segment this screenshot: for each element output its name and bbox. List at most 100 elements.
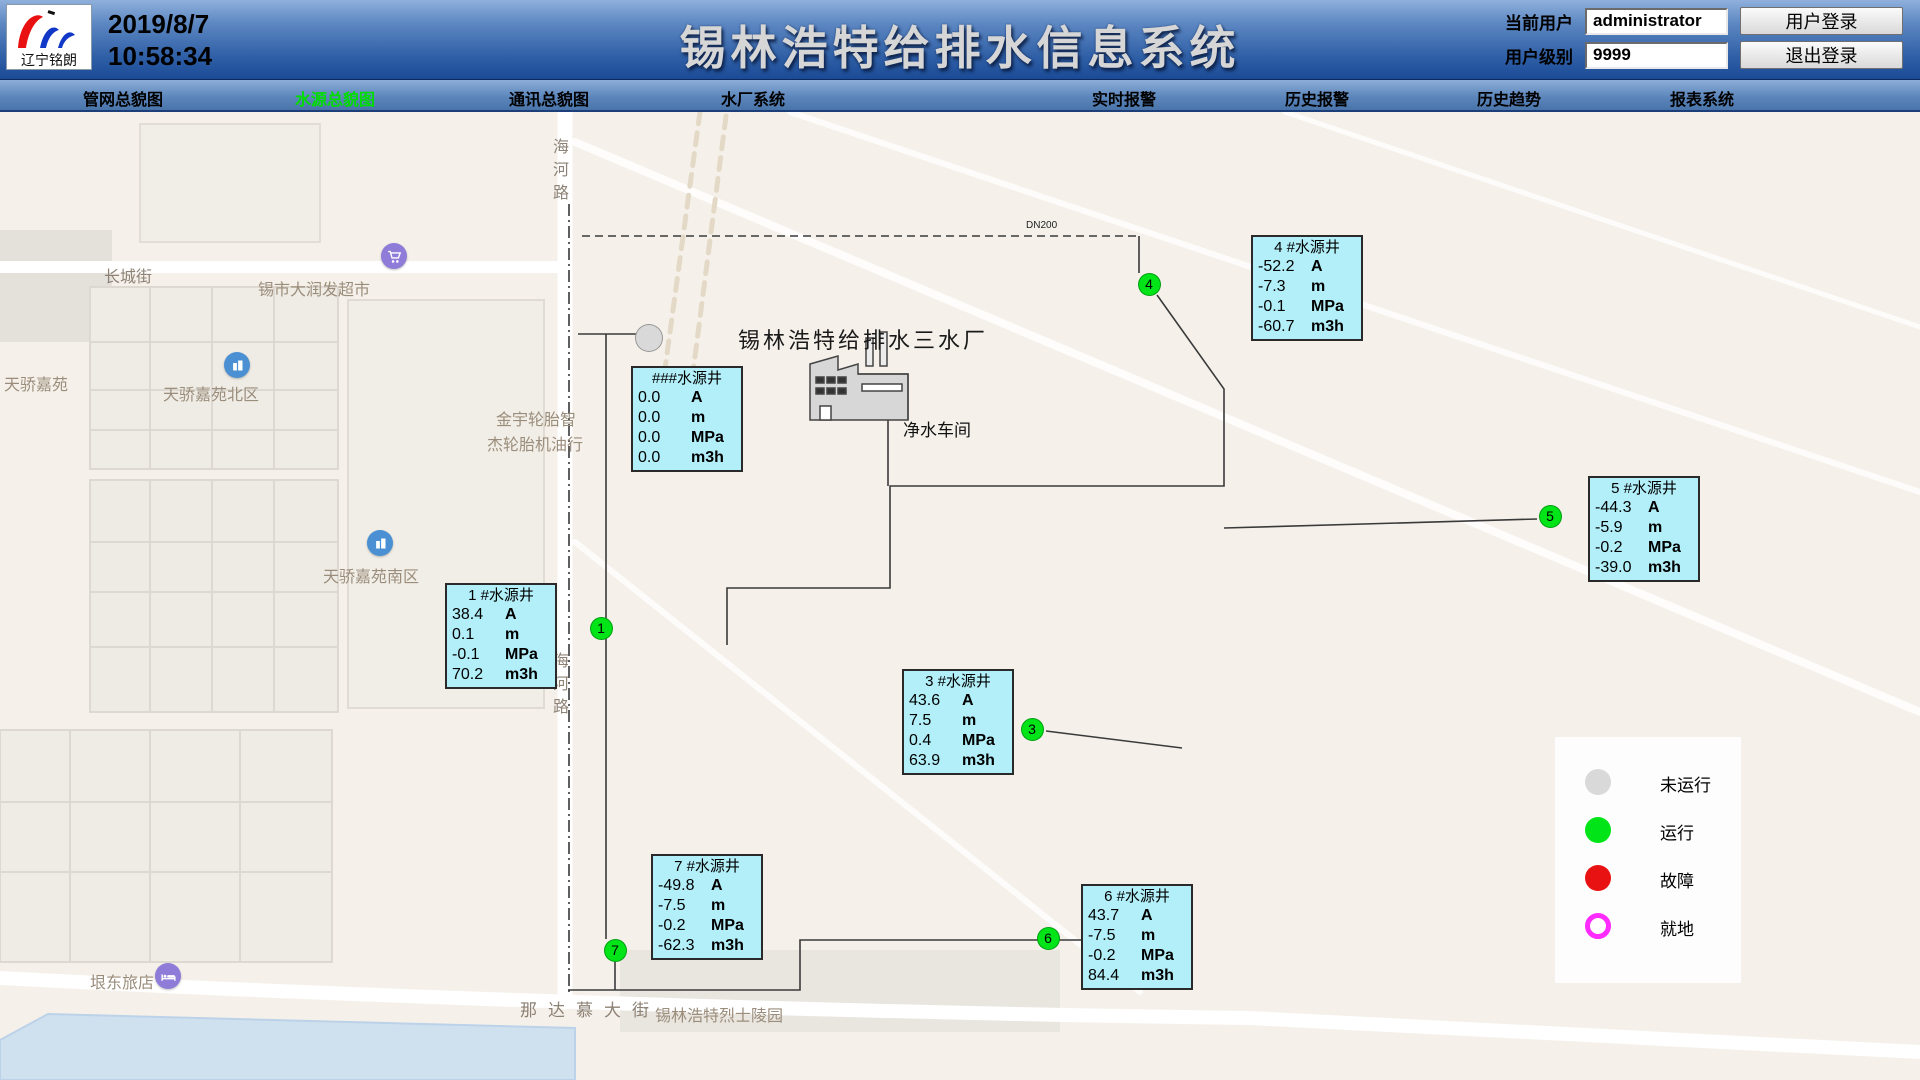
menu-item-8[interactable]: 报表系统 (1670, 86, 1734, 110)
legend-row-running: 运行 (1555, 815, 1741, 845)
map-label-nadamu: 那达慕大街 (520, 996, 660, 1021)
well-box-2[interactable]: ###水源井0.0A0.0m0.0MPa0.0m3h (631, 366, 743, 472)
well-value: -7.3 (1258, 277, 1311, 297)
well-marker-6[interactable]: 6 (1037, 927, 1060, 950)
well-unit: MPa (1648, 538, 1692, 558)
well-unit: m3h (1311, 317, 1355, 337)
well-value: 0.0 (638, 448, 691, 468)
well-value: -62.3 (658, 936, 711, 956)
well-unit: MPa (711, 916, 755, 936)
well-unit: A (1311, 257, 1355, 277)
logo-swoosh-icon (8, 6, 90, 52)
user-panel: 当前用户 用户登录 用户级别 退出登录 (1505, 7, 1910, 69)
well-unit: m3h (1141, 966, 1185, 986)
well-box-1[interactable]: 1 #水源井38.4A0.1m-0.1MPa70.2m3h (445, 583, 557, 689)
well-marker-2[interactable] (635, 324, 663, 352)
well-unit: m (962, 711, 1006, 731)
well-row: -44.3A (1590, 498, 1698, 518)
date-text: 2019/8/7 (108, 8, 212, 40)
map-label-tianjiao-north: 天骄嘉苑北区 (163, 381, 259, 405)
well-unit: m3h (505, 665, 549, 685)
menu-item-7[interactable]: 历史趋势 (1477, 86, 1541, 110)
well-row: 0.1m (447, 625, 555, 645)
well-value: 84.4 (1088, 966, 1141, 986)
well-value: -0.2 (1595, 538, 1648, 558)
map-label-changcheng: 长城街 (104, 263, 152, 287)
well-value: -0.2 (658, 916, 711, 936)
well-title-6: 6 #水源井 (1083, 887, 1191, 906)
well-row: 0.0MPa (633, 428, 741, 448)
datetime: 2019/8/7 10:58:34 (108, 8, 212, 72)
page-title: 锡林浩特给排水信息系统 (680, 12, 1241, 78)
residence-north-icon (224, 352, 250, 378)
pipe-diameter-label: DN200 (1026, 220, 1057, 231)
login-button[interactable]: 用户登录 (1740, 7, 1903, 35)
legend-fault-icon (1585, 865, 1611, 891)
menu-item-2[interactable]: 水源总貌图 (295, 86, 375, 110)
well-value: -7.5 (1088, 926, 1141, 946)
plant-title: 锡林浩特给排水三水厂 (738, 323, 988, 355)
well-value: 63.9 (909, 751, 962, 771)
residence-south-icon (367, 530, 393, 556)
menu-item-5[interactable]: 实时报警 (1092, 86, 1156, 110)
well-box-6[interactable]: 6 #水源井43.7A-7.5m-0.2MPa84.4m3h (1081, 884, 1193, 990)
well-unit: m3h (691, 448, 735, 468)
map-label-tianjiao-south: 天骄嘉苑南区 (323, 563, 419, 587)
map-area: 锡林浩特给排水三水厂 净水车间 DN200 未运行运行故障就地 1 #水源井38… (0, 112, 1920, 1080)
well-box-5[interactable]: 5 #水源井-44.3A-5.9m-0.2MPa-39.0m3h (1588, 476, 1700, 582)
well-value: 7.5 (909, 711, 962, 731)
current-user-input[interactable] (1585, 8, 1728, 35)
well-value: -0.1 (452, 645, 505, 665)
well-title-5: 5 #水源井 (1590, 479, 1698, 498)
menu-item-3[interactable]: 通讯总貌图 (509, 86, 589, 110)
legend-local-icon (1585, 913, 1611, 939)
well-unit: MPa (691, 428, 735, 448)
well-unit: m (711, 896, 755, 916)
well-marker-4[interactable]: 4 (1138, 273, 1161, 296)
well-row: 84.4m3h (1083, 966, 1191, 986)
well-row: -0.2MPa (1083, 946, 1191, 966)
well-row: -39.0m3h (1590, 558, 1698, 578)
legend-label: 就地 (1660, 915, 1694, 940)
well-marker-3[interactable]: 3 (1021, 718, 1044, 741)
time-text: 10:58:34 (108, 40, 212, 72)
well-value: 0.4 (909, 731, 962, 751)
legend-label: 运行 (1660, 819, 1694, 844)
user-level-input[interactable] (1585, 42, 1728, 69)
well-row: -49.8A (653, 876, 761, 896)
status-legend: 未运行运行故障就地 (1555, 737, 1741, 983)
legend-row-fault: 故障 (1555, 863, 1741, 893)
logout-button[interactable]: 退出登录 (1740, 41, 1903, 69)
well-unit: m3h (962, 751, 1006, 771)
well-marker-7[interactable]: 7 (604, 939, 627, 962)
legend-running-icon (1585, 817, 1611, 843)
well-value: -60.7 (1258, 317, 1311, 337)
well-unit: A (1648, 498, 1692, 518)
well-box-3[interactable]: 3 #水源井43.6A7.5m0.4MPa63.9m3h (902, 669, 1014, 775)
legend-stopped-icon (1585, 769, 1611, 795)
map-label-hotel: 垠东旅店 (90, 969, 154, 993)
well-unit: MPa (962, 731, 1006, 751)
well-marker-5[interactable]: 5 (1539, 505, 1562, 528)
map-label-tire2: 杰轮胎机油行 (487, 431, 583, 455)
well-row: 63.9m3h (904, 751, 1012, 771)
well-row: 43.7A (1083, 906, 1191, 926)
well-value: 0.0 (638, 428, 691, 448)
well-box-7[interactable]: 7 #水源井-49.8A-7.5m-0.2MPa-62.3m3h (651, 854, 763, 960)
menu-item-6[interactable]: 历史报警 (1285, 86, 1349, 110)
well-value: 0.0 (638, 408, 691, 428)
well-row: -5.9m (1590, 518, 1698, 538)
well-unit: A (1141, 906, 1185, 926)
well-marker-1[interactable]: 1 (590, 617, 613, 640)
map-label-tianjiao: 天骄嘉苑 (4, 371, 68, 395)
well-box-4[interactable]: 4 #水源井-52.2A-7.3m-0.1MPa-60.7m3h (1251, 235, 1363, 341)
well-unit: m (1648, 518, 1692, 538)
menu-item-1[interactable]: 管网总貌图 (83, 86, 163, 110)
well-unit: A (962, 691, 1006, 711)
current-user-label: 当前用户 (1505, 9, 1573, 34)
well-unit: MPa (1141, 946, 1185, 966)
company-logo: 辽宁铭朗 (6, 4, 92, 70)
well-row: 0.0m (633, 408, 741, 428)
menu-item-4[interactable]: 水厂系统 (721, 86, 785, 110)
well-unit: A (691, 388, 735, 408)
